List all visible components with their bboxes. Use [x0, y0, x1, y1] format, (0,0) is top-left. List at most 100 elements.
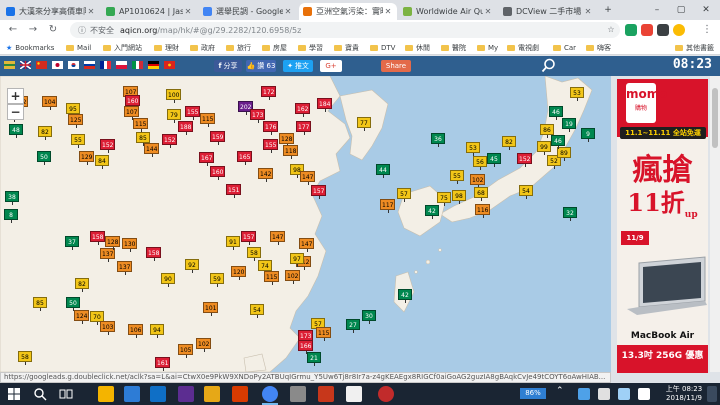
aqi-station-marker[interactable]: 102: [196, 338, 212, 352]
aqi-station-marker[interactable]: 105: [178, 344, 194, 358]
aqi-station-marker[interactable]: 58: [247, 247, 261, 261]
aqi-station-marker[interactable]: 21: [307, 352, 321, 366]
aqi-station-marker[interactable]: 97: [290, 253, 304, 267]
aqi-station-marker[interactable]: 98: [452, 190, 466, 204]
zoom-in-button[interactable]: +: [7, 88, 24, 104]
aqi-station-marker[interactable]: 82: [38, 126, 52, 140]
tab-2[interactable]: AP1010624 | Jason ✕: [102, 3, 197, 20]
like-button[interactable]: 👍 讚 63: [246, 60, 276, 72]
tab-6[interactable]: DCView 二手市場 ✕: [499, 3, 597, 20]
close-icon[interactable]: ✕: [483, 7, 493, 16]
app-icon[interactable]: [378, 386, 394, 402]
aqi-station-marker[interactable]: 157: [241, 231, 257, 245]
scrollbar-thumb[interactable]: [712, 88, 718, 148]
store-icon[interactable]: [150, 386, 166, 402]
aqi-station-marker[interactable]: 84: [95, 155, 109, 169]
aqi-station-marker[interactable]: 125: [68, 114, 84, 128]
bookmark-item[interactable]: 休閒: [405, 42, 430, 53]
aqi-station-marker[interactable]: 184: [317, 98, 333, 112]
search-icon[interactable]: [32, 386, 48, 402]
tab-1[interactable]: 大漢來分享高價車限 ✕: [2, 3, 100, 20]
chevron-up-icon[interactable]: ⌃: [556, 386, 568, 402]
aqi-station-marker[interactable]: 147: [299, 238, 315, 252]
close-icon[interactable]: ✕: [583, 7, 593, 16]
aqi-station-marker[interactable]: 58: [18, 351, 32, 365]
bookmark-item[interactable]: 旅行: [226, 42, 251, 53]
language-icon[interactable]: [618, 388, 630, 400]
japan-flag-icon[interactable]: [52, 61, 63, 69]
aqi-station-marker[interactable]: 77: [357, 117, 371, 131]
italy-flag-icon[interactable]: [132, 61, 143, 69]
maximize-icon[interactable]: ▢: [674, 3, 688, 17]
bookmark-item[interactable]: 寶貴: [334, 42, 359, 53]
keyboard-icon[interactable]: [638, 388, 650, 400]
aqi-station-marker[interactable]: 103: [100, 321, 116, 335]
app-icon[interactable]: [346, 386, 362, 402]
profile-avatar[interactable]: [673, 24, 685, 36]
aqi-station-marker[interactable]: 100: [166, 89, 182, 103]
korea-flag-icon[interactable]: [68, 61, 79, 69]
aqi-station-marker[interactable]: 118: [283, 145, 299, 159]
aqi-station-marker[interactable]: 142: [258, 168, 274, 182]
aqi-station-marker[interactable]: 57: [397, 188, 411, 202]
aqi-station-marker[interactable]: 166: [298, 340, 314, 354]
bookmark-item[interactable]: DTV: [370, 42, 395, 53]
aqi-station-marker[interactable]: 177: [296, 121, 312, 135]
aqi-station-marker[interactable]: 55: [71, 134, 85, 148]
aqi-station-marker[interactable]: 120: [231, 266, 247, 280]
zoom-out-button[interactable]: −: [7, 104, 24, 120]
facebook-share-button[interactable]: f 分享: [214, 60, 242, 72]
aqi-station-marker[interactable]: 115: [133, 118, 149, 132]
extension-icon[interactable]: [641, 24, 653, 36]
battery-indicator[interactable]: 86%: [520, 388, 546, 399]
close-icon[interactable]: ✕: [183, 7, 193, 16]
poland-flag-icon[interactable]: [116, 61, 127, 69]
aqi-station-marker[interactable]: 172: [261, 86, 277, 100]
aqi-station-marker[interactable]: 155: [185, 106, 201, 120]
france-flag-icon[interactable]: [100, 61, 111, 69]
page-scrollbar[interactable]: [710, 76, 720, 372]
aqi-station-marker[interactable]: 162: [295, 103, 311, 117]
edge-icon[interactable]: [124, 386, 140, 402]
app-icon[interactable]: [290, 386, 306, 402]
aqi-station-marker[interactable]: 101: [203, 302, 219, 316]
minimize-icon[interactable]: –: [650, 3, 664, 17]
aqi-station-marker[interactable]: 50: [37, 151, 51, 165]
menu-icon[interactable]: ⋮: [700, 23, 714, 37]
forward-icon[interactable]: →: [26, 23, 40, 37]
aqi-station-marker[interactable]: 53: [570, 87, 584, 101]
file-explorer-icon[interactable]: [98, 386, 114, 402]
bookmark-item[interactable]: My: [477, 42, 498, 53]
network-icon[interactable]: [578, 388, 590, 400]
aqi-station-marker[interactable]: 82: [502, 136, 516, 150]
bookmark-item[interactable]: Mail: [66, 42, 91, 53]
close-window-icon[interactable]: ✕: [699, 3, 713, 17]
aqi-station-marker[interactable]: 53: [466, 142, 480, 156]
aqi-station-marker[interactable]: 165: [237, 151, 253, 165]
aqi-station-marker[interactable]: 54: [250, 304, 264, 318]
aqi-station-marker[interactable]: 94: [150, 324, 164, 338]
advertisement[interactable]: momo 購物 11.1~11.11 全站免運 瘋搶 11折up 11/9 Mac…: [617, 79, 708, 373]
aqi-station-marker[interactable]: 176: [263, 121, 279, 135]
reload-icon[interactable]: ↻: [46, 23, 60, 37]
aqi-station-marker[interactable]: 124: [74, 310, 90, 324]
aqi-station-marker[interactable]: 161: [155, 357, 171, 371]
other-bookmarks[interactable]: 其他書籤: [675, 42, 714, 53]
aqi-station-marker[interactable]: 160: [125, 95, 141, 109]
aqi-station-marker[interactable]: 36: [431, 133, 445, 147]
share-button[interactable]: Share: [381, 60, 411, 72]
aqi-station-marker[interactable]: 128: [279, 133, 295, 147]
aqi-station-marker[interactable]: 45: [487, 153, 501, 167]
aqi-station-marker[interactable]: 129: [79, 151, 95, 165]
aqi-station-marker[interactable]: 144: [144, 143, 160, 157]
notification-icon[interactable]: [707, 386, 717, 402]
aqi-station-marker[interactable]: 115: [316, 327, 332, 341]
bookmark-item[interactable]: 理財: [154, 42, 179, 53]
tab-active[interactable]: 亞洲空氣污染：實時 ✕: [299, 3, 397, 20]
aqi-station-marker[interactable]: 90: [161, 273, 175, 287]
aqi-station-marker[interactable]: 74: [258, 260, 272, 274]
aqi-station-marker[interactable]: 19: [562, 118, 576, 132]
aqi-station-marker[interactable]: 151: [226, 184, 242, 198]
task-view-icon[interactable]: [58, 386, 74, 402]
aqi-station-marker[interactable]: 115: [264, 271, 280, 285]
